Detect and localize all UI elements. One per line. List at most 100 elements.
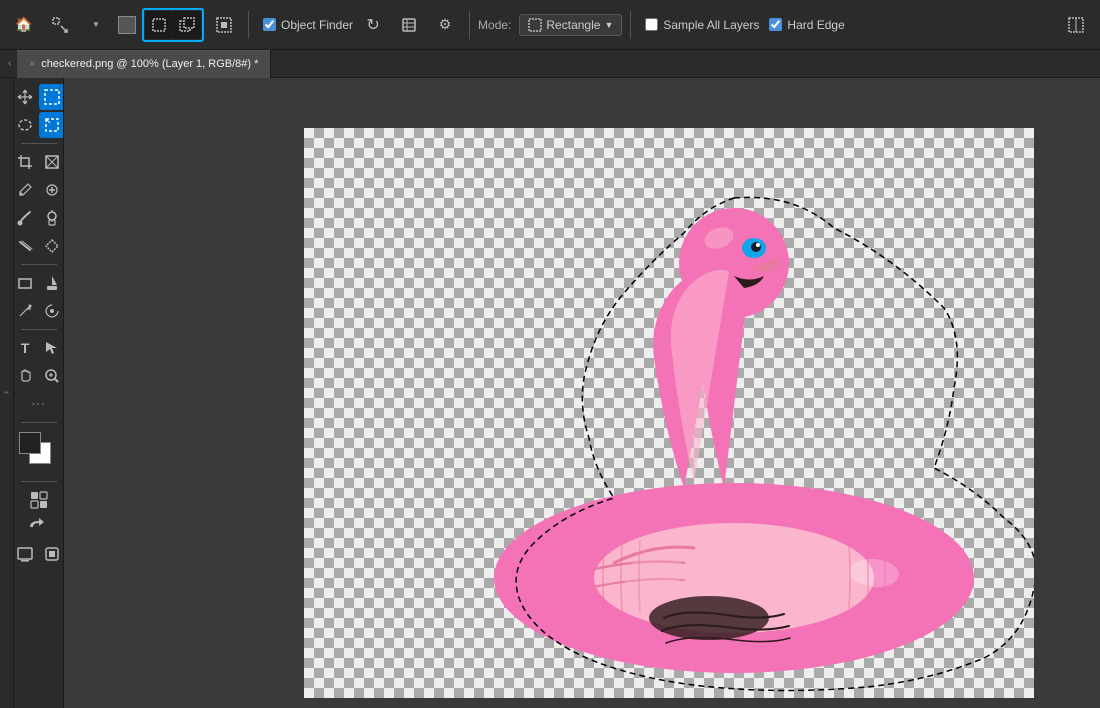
patch-tool-icon	[44, 238, 60, 254]
rect-shape-tool-icon	[17, 275, 33, 291]
quick-mask-icon	[29, 490, 49, 510]
crop-tool-button[interactable]	[14, 149, 38, 175]
foreground-color-swatch[interactable]	[19, 432, 41, 454]
lasso-tool-button[interactable]	[14, 112, 38, 138]
home-button[interactable]: 🏠	[8, 9, 40, 41]
add-selection-icon	[179, 17, 195, 33]
more-tools-row: ···	[26, 391, 52, 417]
top-toolbar: 🏠 ▼	[0, 0, 1100, 50]
patch-tool-button[interactable]	[39, 233, 64, 259]
rect-shape-tool-button[interactable]	[14, 270, 38, 296]
zoom-tool-button[interactable]	[39, 363, 64, 389]
brush-stamp-row	[14, 205, 64, 231]
hand-zoom-row	[14, 363, 64, 389]
rotate-canvas-button[interactable]	[26, 517, 52, 537]
smudge-tool-icon	[17, 238, 33, 254]
warp-tool-button[interactable]	[39, 149, 64, 175]
extra-tools-row	[26, 487, 52, 513]
rect-lasso-tool-button[interactable]	[39, 112, 64, 138]
refresh-button[interactable]: ↻	[357, 9, 389, 41]
eyedropper-tool-icon	[17, 182, 33, 198]
hand-tool-button[interactable]	[14, 363, 38, 389]
screen-mode-button[interactable]	[14, 541, 38, 567]
separator-2	[469, 11, 470, 39]
screen-mode-row	[14, 541, 64, 567]
tab-bar: ‹ × checkered.png @ 100% (Layer 1, RGB/8…	[0, 50, 1100, 78]
new-selection-button[interactable]	[145, 11, 173, 39]
eyedropper-healing-row	[14, 177, 64, 203]
sample-all-layers-label: Sample All Layers	[663, 18, 759, 32]
rect-lasso-tool-icon	[44, 117, 60, 133]
hard-edge-checkbox[interactable]	[769, 18, 782, 31]
mode-value: Rectangle	[546, 18, 600, 32]
transform-selection-button[interactable]	[208, 9, 240, 41]
more-tools-button[interactable]: ···	[26, 391, 52, 417]
left-toolbar: T	[14, 78, 64, 708]
eyedropper-tool-button[interactable]	[14, 177, 38, 203]
rotate-canvas-icon	[26, 517, 52, 537]
color-swatch-toolbar[interactable]	[118, 16, 136, 34]
expand-button[interactable]	[1060, 9, 1092, 41]
mode-dropdown-arrow: ▼	[604, 20, 613, 30]
select-move-tool[interactable]	[44, 9, 76, 41]
canvas-area[interactable]	[64, 78, 1100, 708]
healing-tool-icon	[44, 182, 60, 198]
tool-separator-2	[21, 264, 57, 265]
object-finder-checkbox[interactable]	[263, 18, 276, 31]
object-finder-group: Object Finder	[263, 18, 353, 32]
path-select-tool-button[interactable]	[39, 335, 64, 361]
tool-separator-4	[21, 422, 57, 423]
screen-mode-icon	[17, 546, 33, 562]
add-selection-button[interactable]	[173, 11, 201, 39]
fill-tool-button[interactable]	[39, 270, 64, 296]
history-icon	[401, 17, 417, 33]
pen-anchor-row	[14, 298, 64, 324]
anchor-point-tool-icon	[44, 303, 60, 319]
smudge-tool-button[interactable]	[14, 233, 38, 259]
tab-title: checkered.png @ 100% (Layer 1, RGB/8#) *	[41, 58, 258, 70]
clone-stamp-tool-icon	[44, 210, 60, 226]
document-tab[interactable]: × checkered.png @ 100% (Layer 1, RGB/8#)…	[17, 50, 271, 78]
hand-tool-icon	[17, 368, 33, 384]
select-dropdown-arrow-icon: ▼	[92, 20, 100, 29]
brush-tool-button[interactable]	[14, 205, 38, 231]
sample-all-layers-group: Sample All Layers	[645, 18, 759, 32]
panel-collapse-tab[interactable]: ‹	[0, 78, 14, 708]
object-finder-label: Object Finder	[281, 18, 353, 32]
marquee-rect-tool-button[interactable]	[39, 84, 64, 110]
color-swatches[interactable]	[19, 432, 59, 472]
rectangle-mode-icon	[528, 18, 542, 32]
new-selection-icon	[151, 17, 167, 33]
move-tool-icon	[17, 89, 33, 105]
mode-dropdown[interactable]: Rectangle ▼	[519, 14, 622, 36]
select-dropdown-button[interactable]: ▼	[80, 9, 112, 41]
settings-icon: ⚙	[439, 16, 452, 33]
select-move-icon	[52, 17, 68, 33]
screen-mode-2-button[interactable]	[39, 541, 64, 567]
sample-all-layers-checkbox[interactable]	[645, 18, 658, 31]
fill-tool-icon	[44, 275, 60, 291]
clone-stamp-tool-button[interactable]	[39, 205, 64, 231]
transform-selection-icon	[216, 17, 232, 33]
screen-mode-2-icon	[44, 546, 60, 562]
flamingo-image	[304, 128, 1034, 698]
separator-1	[248, 11, 249, 39]
pen-tool-button[interactable]	[14, 298, 38, 324]
panel-collapse-icon[interactable]: ‹	[8, 58, 11, 69]
text-tool-icon: T	[21, 340, 30, 356]
healing-tool-button[interactable]	[39, 177, 64, 203]
main-content: ‹	[0, 78, 1100, 708]
expand-icon	[1068, 17, 1084, 33]
tab-close-button[interactable]: ×	[29, 59, 35, 70]
crop-warp-row	[14, 149, 64, 175]
text-tool-button[interactable]: T	[14, 335, 38, 361]
hard-edge-label: Hard Edge	[787, 18, 844, 32]
history-button[interactable]	[393, 9, 425, 41]
anchor-point-tool-button[interactable]	[39, 298, 64, 324]
refresh-icon: ↻	[366, 15, 379, 35]
move-tool-button[interactable]	[14, 84, 38, 110]
quick-mask-button[interactable]	[26, 487, 52, 513]
settings-button[interactable]: ⚙	[429, 9, 461, 41]
tool-separator-3	[21, 329, 57, 330]
crop-tool-icon	[17, 154, 33, 170]
